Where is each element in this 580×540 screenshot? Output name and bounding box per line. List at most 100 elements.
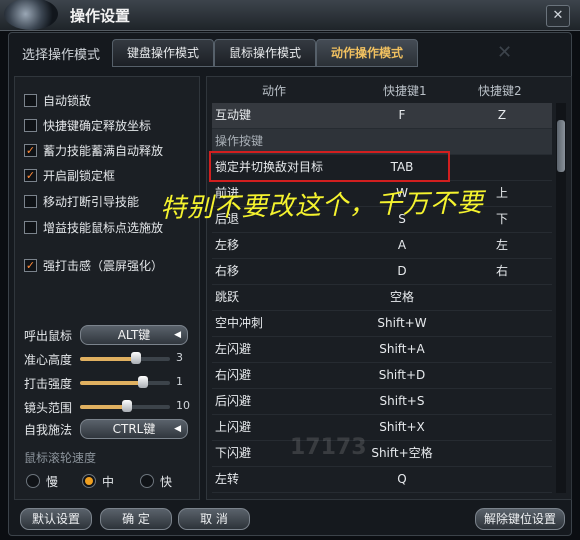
- impact-strength-value: 1: [176, 375, 183, 388]
- unbind-keys-button[interactable]: 解除键位设置: [475, 508, 565, 530]
- keybind-row[interactable]: 后闪避 Shift+S: [212, 389, 552, 415]
- tab-action-mode[interactable]: 动作操作模式: [316, 39, 418, 67]
- wheel-speed-fast-label: 快: [160, 475, 173, 489]
- wheel-speed-slow-label: 慢: [46, 475, 59, 489]
- checkmark-icon[interactable]: ✓: [24, 259, 37, 272]
- checkbox-label: 开启副锁定框: [43, 169, 116, 183]
- title-bar: 操作设置 ✕: [0, 0, 580, 31]
- wheel-speed-slow-radio[interactable]: [26, 474, 40, 488]
- keybind-key1[interactable]: D: [337, 259, 467, 284]
- close-icon[interactable]: ✕: [546, 5, 570, 27]
- checkbox-icon[interactable]: [24, 195, 37, 208]
- default-settings-button[interactable]: 默认设置: [20, 508, 92, 530]
- slider-knob[interactable]: [121, 400, 132, 412]
- keybind-row[interactable]: 左移 A 左: [212, 233, 552, 259]
- keybind-action: 跳跃: [215, 290, 240, 304]
- checkbox-label: 增益技能鼠标点选施放: [43, 221, 164, 235]
- keybind-action: 右闪避: [215, 368, 252, 382]
- keybind-row[interactable]: 空中冲刺 Shift+W: [212, 311, 552, 337]
- checkbox-charge-release[interactable]: ✓ 蓄力技能蓄满自动释放: [24, 143, 163, 161]
- highlight-box-annotation: [209, 151, 450, 182]
- self-cast-label: 自我施法: [24, 423, 73, 437]
- keybind-row[interactable]: 下闪避 Shift+空格: [212, 441, 552, 467]
- checkbox-label: 移动打断引导技能: [43, 195, 140, 209]
- column-header-key2: 快捷键2: [478, 84, 522, 98]
- keybind-key1[interactable]: Shift+S: [337, 389, 467, 414]
- keybind-key1[interactable]: Q: [337, 467, 467, 492]
- tab-keyboard-mode[interactable]: 键盘操作模式: [112, 39, 214, 67]
- checkbox-sub-lock-frame[interactable]: ✓ 开启副锁定框: [24, 168, 115, 186]
- checkbox-move-interrupt[interactable]: 移动打断引导技能: [24, 194, 139, 212]
- keybind-key2[interactable]: Z: [477, 103, 527, 128]
- checkbox-label: 快捷键确定释放坐标: [43, 119, 152, 133]
- keybind-action: 空中冲刺: [215, 316, 264, 330]
- keybind-key2[interactable]: 上: [477, 181, 527, 206]
- checkbox-icon[interactable]: [24, 221, 37, 234]
- keybind-row[interactable]: 上闪避 Shift+X: [212, 415, 552, 441]
- wheel-speed-label: 鼠标滚轮速度: [24, 451, 97, 465]
- wheel-speed-medium-radio[interactable]: [82, 474, 96, 488]
- wheel-speed-fast-radio[interactable]: [140, 474, 154, 488]
- checkbox-auto-lock[interactable]: 自动锁敌: [24, 93, 91, 111]
- tab-mouse-mode[interactable]: 鼠标操作模式: [214, 39, 316, 67]
- keybind-key1[interactable]: 空格: [337, 285, 467, 310]
- keybind-action: 上闪避: [215, 420, 252, 434]
- keybind-action: 左转: [215, 472, 240, 486]
- slider-label-camera: 镜头范围: [24, 401, 73, 415]
- self-cast-select[interactable]: CTRL键 ◀: [80, 419, 188, 439]
- checkbox-buff-click-cast[interactable]: 增益技能鼠标点选施放: [24, 220, 163, 238]
- checkbox-label: 蓄力技能蓄满自动释放: [43, 144, 164, 158]
- scrollbar-thumb[interactable]: [557, 120, 565, 172]
- keybind-key2[interactable]: 右: [477, 259, 527, 284]
- slider-knob[interactable]: [130, 352, 141, 364]
- column-header-key1: 快捷键1: [383, 84, 427, 98]
- keybind-action: 右移: [215, 264, 240, 278]
- checkbox-hotkey-confirm[interactable]: 快捷键确定释放坐标: [24, 118, 151, 136]
- cancel-button[interactable]: 取 消: [178, 508, 250, 530]
- slider-label-impact: 打击强度: [24, 377, 73, 391]
- impact-strength-slider[interactable]: [80, 376, 170, 388]
- site-watermark: 17173: [290, 435, 367, 460]
- mode-label: 选择操作模式: [22, 48, 101, 63]
- game-logo-icon: [4, 0, 58, 30]
- checkbox-strong-impact[interactable]: ✓ 强打击感（震屏强化）: [24, 258, 163, 276]
- keybind-key1[interactable]: F: [337, 103, 467, 128]
- keybind-key1[interactable]: A: [337, 233, 467, 258]
- wheel-speed-medium-label: 中: [102, 475, 115, 489]
- crosshair-height-slider[interactable]: [80, 352, 170, 364]
- handwritten-annotation: 特别不要改这个，千万不要: [159, 188, 485, 224]
- checkbox-icon[interactable]: [24, 94, 37, 107]
- ok-button[interactable]: 确 定: [100, 508, 172, 530]
- checkbox-label: 强打击感（震屏强化）: [43, 259, 164, 273]
- left-arrow-icon: ◀: [174, 330, 181, 340]
- checkmark-icon[interactable]: ✓: [24, 144, 37, 157]
- keybind-key2[interactable]: 下: [477, 207, 527, 232]
- camera-range-slider[interactable]: [80, 400, 170, 412]
- keybind-key1[interactable]: Shift+A: [337, 337, 467, 362]
- keybind-key1[interactable]: Shift+W: [337, 311, 467, 336]
- keybind-row[interactable]: 互动键 F Z: [212, 103, 552, 129]
- checkbox-label: 自动锁敌: [43, 94, 92, 108]
- call-mouse-value: ALT键: [117, 328, 151, 342]
- checkmark-icon[interactable]: ✓: [24, 169, 37, 182]
- keybind-row[interactable]: 右闪避 Shift+D: [212, 363, 552, 389]
- column-header-action: 动作: [262, 84, 287, 98]
- left-arrow-icon: ◀: [174, 424, 181, 434]
- crosshair-height-value: 3: [176, 351, 183, 364]
- checkbox-icon[interactable]: [24, 119, 37, 132]
- keybind-row[interactable]: 左闪避 Shift+A: [212, 337, 552, 363]
- keybind-row[interactable]: 跳跃 空格: [212, 285, 552, 311]
- keybind-key2[interactable]: 左: [477, 233, 527, 258]
- slider-knob[interactable]: [138, 376, 148, 388]
- call-mouse-select[interactable]: ALT键 ◀: [80, 325, 188, 345]
- window-title: 操作设置: [70, 7, 131, 25]
- keybind-row[interactable]: 左转 Q: [212, 467, 552, 493]
- call-mouse-label: 呼出鼠标: [24, 329, 73, 343]
- slider-label-crosshair: 准心高度: [24, 353, 73, 367]
- keybind-row[interactable]: 右移 D 右: [212, 259, 552, 285]
- keybind-key1[interactable]: Shift+D: [337, 363, 467, 388]
- keybind-action: 互动键: [215, 108, 252, 122]
- keybind-action: 左移: [215, 238, 240, 252]
- self-cast-value: CTRL键: [112, 422, 156, 436]
- camera-range-value: 10: [176, 399, 190, 412]
